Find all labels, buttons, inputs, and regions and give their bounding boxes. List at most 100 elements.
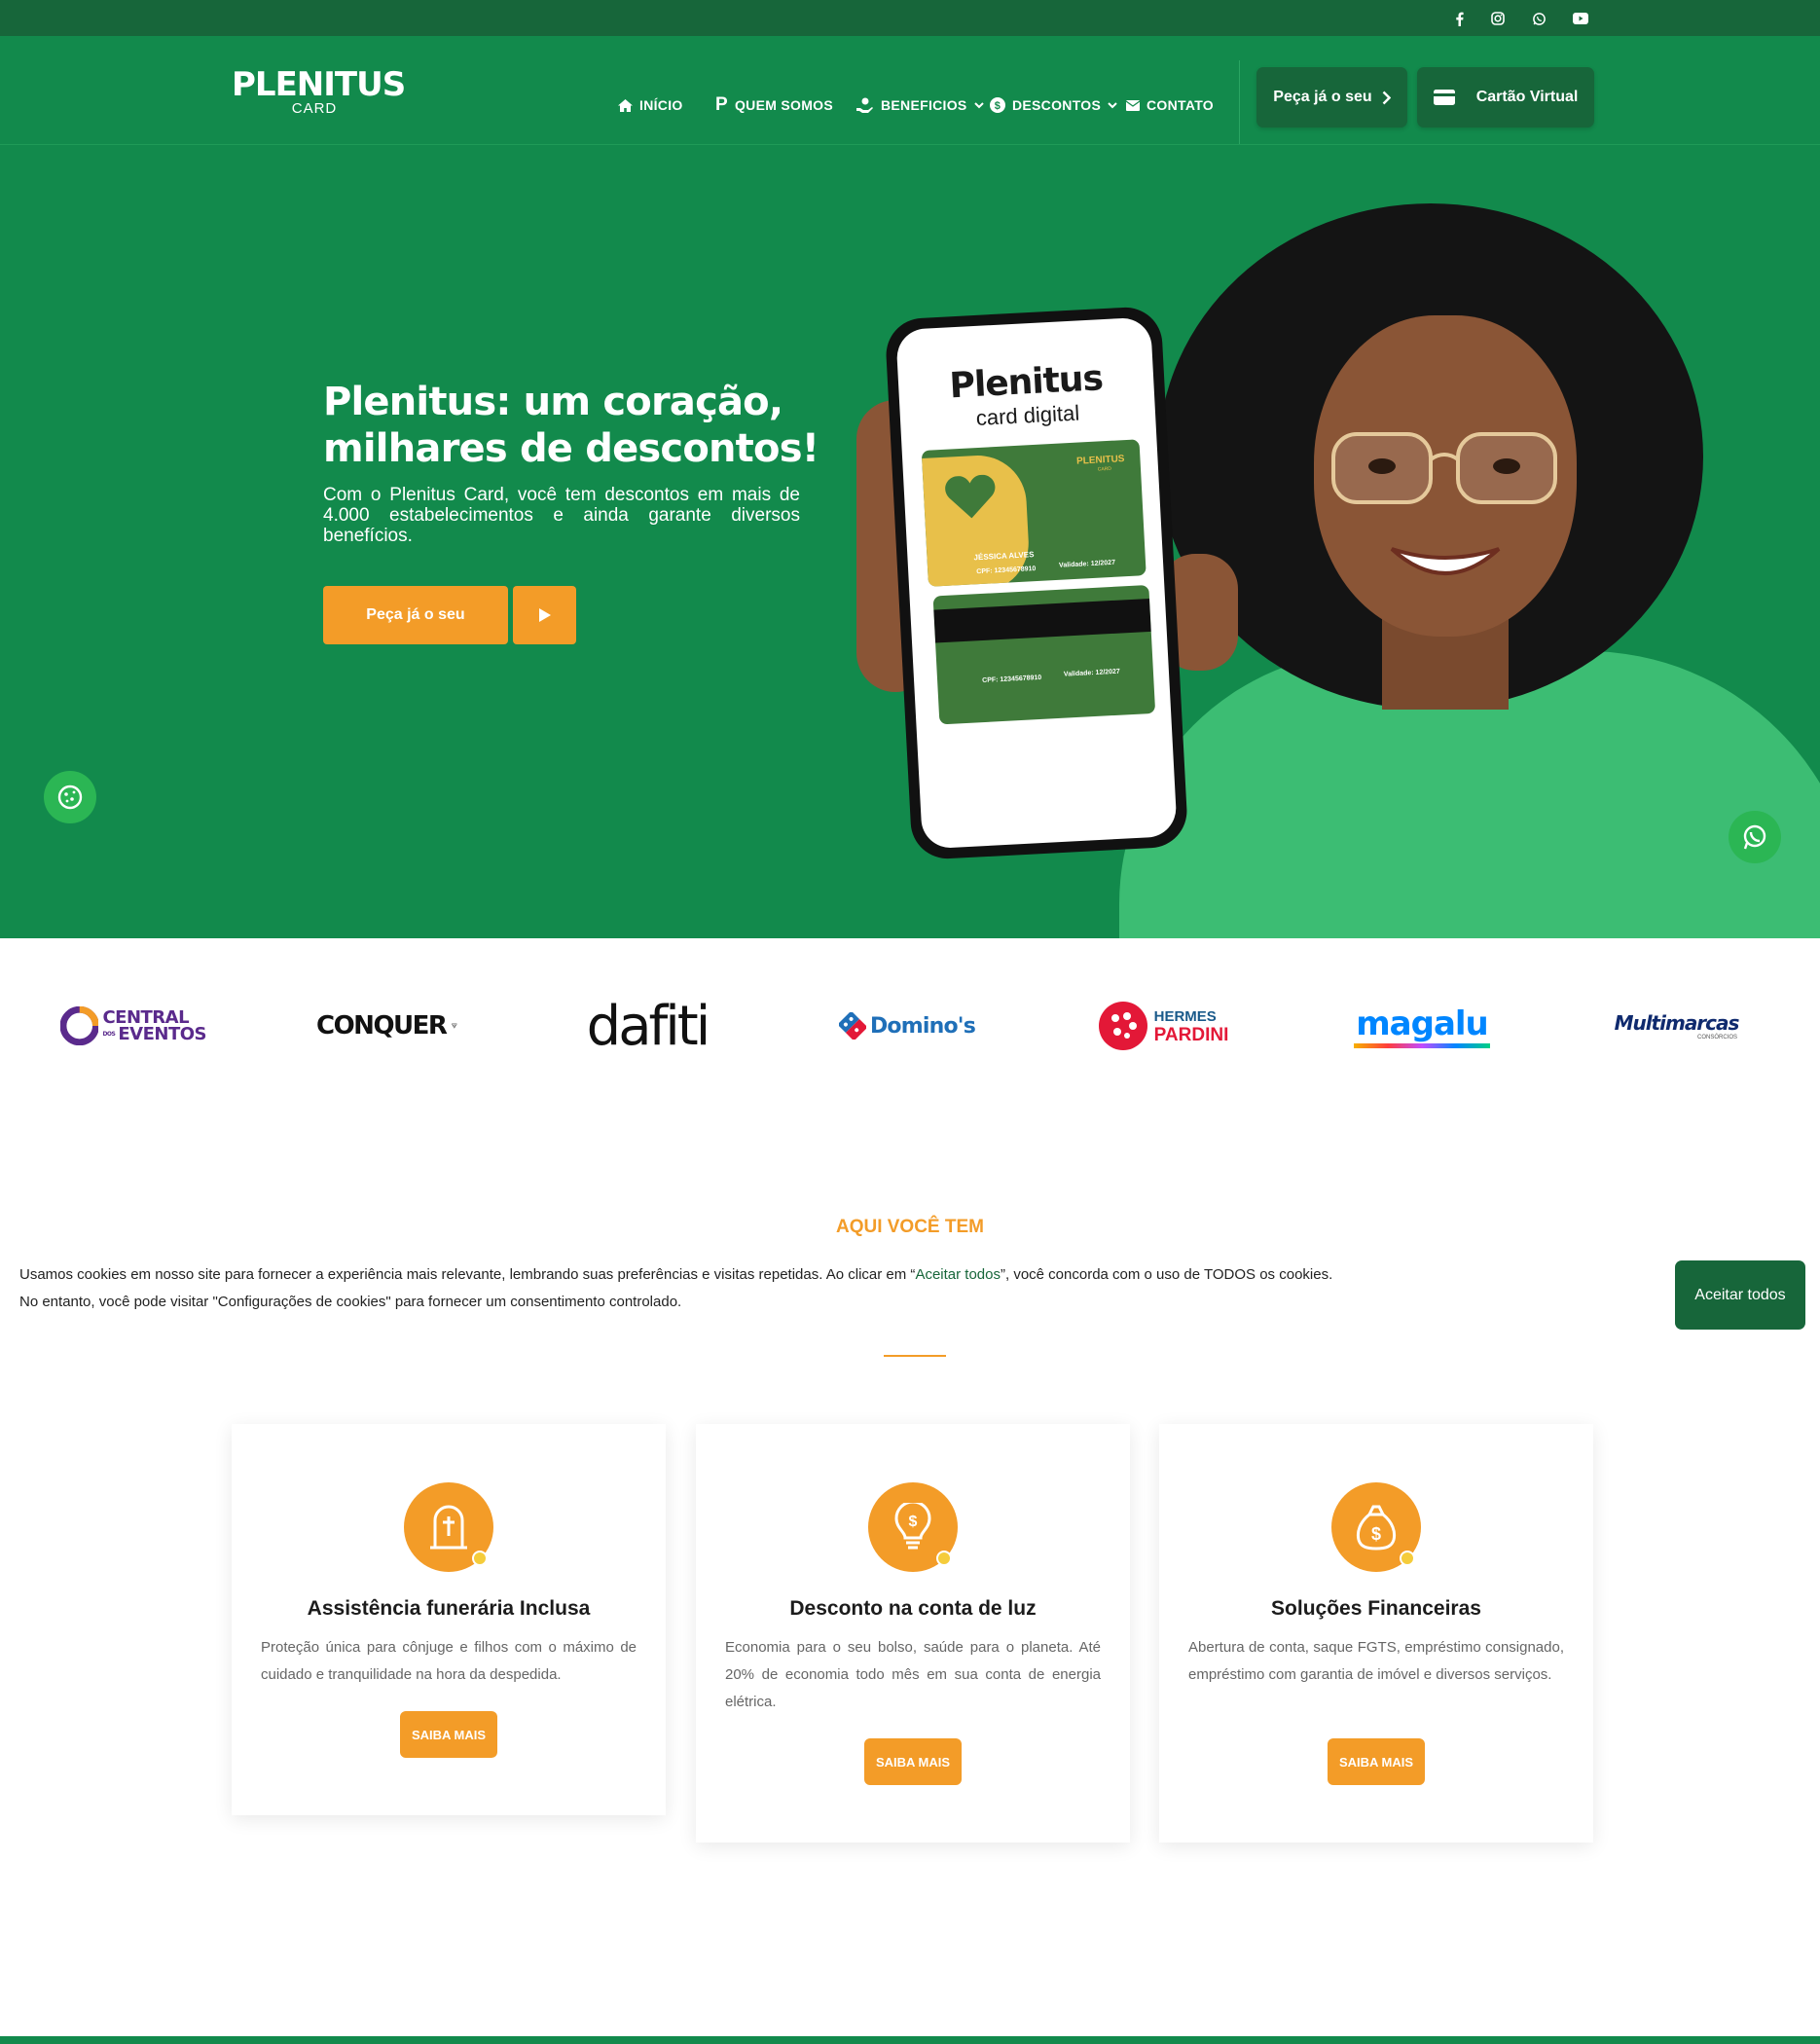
hero-title: Plenitus: um coração, milhares de descon… [323, 380, 819, 471]
benefit-description: Economia para o seu bolso, saúde para o … [725, 1639, 1101, 1710]
phone-mockup: Plenitus card digital PLENITUS CARD JÉSS… [884, 305, 1189, 861]
lightbulb-dollar-icon: $ [868, 1482, 958, 1572]
tombstone-icon [404, 1482, 493, 1572]
youtube-icon[interactable] [1571, 9, 1590, 28]
card-back-validity: Validade: 12/2027 [1063, 668, 1121, 678]
card-validity: Validade: 12/2027 [1058, 559, 1116, 569]
card-magstripe [933, 598, 1151, 643]
nav-inicio-label: INÍCIO [639, 97, 683, 113]
virtual-card-button[interactable]: Cartão Virtual [1417, 67, 1594, 128]
credit-card-icon [1433, 90, 1455, 105]
partner-dos-word: DOS [102, 1031, 116, 1038]
card-front: PLENITUS CARD JÉSSICA ALVES CPF: 1234567… [921, 439, 1147, 587]
footer-top-bar [0, 2036, 1820, 2044]
cookie-accept-link[interactable]: Aceitar todos [915, 1266, 1001, 1283]
nav-quem-somos[interactable]: P QUEM SOMOS [715, 91, 833, 120]
instagram-icon[interactable] [1488, 9, 1508, 28]
hermes-pardini-emblem [1098, 1002, 1147, 1050]
partner-conquer[interactable]: CONQUER [316, 997, 457, 1055]
partner-pardini-word: PARDINI [1153, 1025, 1229, 1045]
logo-wordmark: PLENITUS [232, 65, 406, 104]
svg-text:$: $ [909, 1514, 918, 1530]
envelope-icon [1126, 99, 1140, 111]
play-icon [538, 608, 551, 622]
benefit-title: Assistência funerária Inclusa [307, 1597, 591, 1620]
cookie-text-a: Usamos cookies em nosso site para fornec… [19, 1266, 916, 1283]
benefit-title: Desconto na conta de luz [789, 1597, 1037, 1620]
svg-text:$: $ [1371, 1524, 1381, 1544]
dominos-emblem [839, 1012, 866, 1040]
icon-dot [472, 1551, 488, 1566]
p-icon: P [715, 94, 728, 115]
order-card-label: Peça já o seu [1273, 89, 1372, 105]
icon-dot [1400, 1551, 1415, 1566]
woman-face [1314, 315, 1577, 637]
main-header: PLENITUS CARD INÍCIO P QUEM SOMOS BENEFI… [0, 36, 1820, 145]
partner-dominos[interactable]: Domino's [839, 997, 976, 1055]
hero-subtitle: Com o Plenitus Card, você tem descontos … [323, 485, 800, 546]
card-brand-sub: CARD [1097, 465, 1112, 473]
whatsapp-icon[interactable] [1529, 9, 1548, 28]
partner-magalu-word: magalu [1356, 1004, 1489, 1043]
nav-beneficios[interactable]: BENEFICIOS [856, 91, 984, 120]
partner-magalu[interactable]: magalu [1353, 997, 1491, 1055]
logo-subtitle: CARD [291, 100, 338, 117]
hero-play-button[interactable] [513, 586, 576, 644]
hero-section: Plenitus: um coração, milhares de descon… [0, 145, 1820, 938]
partner-hermes-word: HERMES [1153, 1008, 1217, 1025]
partner-multimarcas[interactable]: Multimarcas CONSÓRCIOS [1606, 997, 1747, 1055]
conquer-emblem [452, 1023, 457, 1029]
whatsapp-chat-button[interactable] [1729, 811, 1781, 863]
accept-all-button[interactable]: Aceitar todos [1675, 1260, 1805, 1330]
central-eventos-emblem [60, 1006, 99, 1045]
top-bar [0, 0, 1820, 36]
phone-screen: Plenitus card digital PLENITUS CARD JÉSS… [895, 316, 1178, 850]
partner-eventos-word: EVENTOS [118, 1024, 206, 1044]
magalu-rainbow-bar [1354, 1042, 1490, 1048]
partner-hermes-pardini[interactable]: HERMES PARDINI [1095, 997, 1231, 1055]
saiba-mais-button[interactable]: SAIBA MAIS [864, 1738, 962, 1785]
partner-dafiti[interactable]: dafiti [574, 994, 720, 1058]
saiba-mais-button[interactable]: SAIBA MAIS [400, 1711, 497, 1758]
partner-dafiti-word: dafiti [586, 994, 711, 1058]
benefit-description: Abertura de conta, saque FGTS, empréstim… [1188, 1639, 1564, 1683]
nav-beneficios-label: BENEFICIOS [881, 97, 967, 113]
chevron-down-icon [973, 101, 984, 108]
benefit-card-finance: $ Soluções Financeiras Abertura de conta… [1159, 1424, 1593, 1843]
card-back: CPF: 12345678910 Validade: 12/2027 [932, 584, 1156, 725]
home-icon [618, 98, 633, 112]
benefit-card-energy: $ Desconto na conta de luz Economia para… [696, 1424, 1130, 1843]
hero-order-button[interactable]: Peça já o seu [323, 586, 508, 644]
chevron-down-icon [1108, 101, 1117, 108]
card-back-cpf: CPF: 12345678910 [982, 674, 1042, 685]
nav-descontos-label: DESCONTOS [1012, 97, 1102, 113]
woman-glasses [1331, 432, 1557, 575]
virtual-card-label: Cartão Virtual [1475, 89, 1579, 105]
plenitus-logo[interactable]: PLENITUS CARD [232, 65, 406, 117]
partners-strip: CENTRAL DOS EVENTOS CONQUER dafiti Domino… [0, 938, 1820, 1104]
cookie-icon [57, 785, 83, 810]
icon-dot [936, 1551, 952, 1566]
whatsapp-icon [1743, 824, 1766, 850]
nav-inicio[interactable]: INÍCIO [618, 91, 683, 120]
nav-contato[interactable]: CONTATO [1126, 91, 1214, 120]
saiba-mais-button[interactable]: SAIBA MAIS [1328, 1738, 1425, 1785]
cookie-banner: Usamos cookies em nosso site para fornec… [0, 1246, 1820, 1333]
header-divider [1239, 60, 1240, 144]
order-card-button[interactable]: Peça já o seu [1256, 67, 1407, 128]
partner-central-dos-eventos[interactable]: CENTRAL DOS EVENTOS [60, 997, 206, 1055]
benefit-description: Proteção única para cônjuge e filhos com… [261, 1639, 637, 1683]
dollar-circle-icon: $ [990, 97, 1005, 113]
nav-descontos[interactable]: $ DESCONTOS [990, 91, 1117, 120]
partner-conquer-word: CONQUER [316, 1011, 448, 1040]
nav-quem-somos-label: QUEM SOMOS [734, 97, 833, 113]
card-brand: PLENITUS [1075, 454, 1125, 467]
facebook-icon[interactable] [1449, 9, 1469, 28]
cookie-text-line1: Usamos cookies em nosso site para fornec… [19, 1261, 1332, 1289]
cookie-settings-button[interactable] [44, 771, 96, 823]
nav-contato-label: CONTATO [1147, 97, 1214, 113]
partner-multimarcas-word: Multimarcas [1614, 1011, 1740, 1035]
heart-icon [945, 474, 996, 519]
svg-text:$: $ [995, 100, 1001, 112]
partner-dominos-word: Domino's [869, 1013, 976, 1039]
